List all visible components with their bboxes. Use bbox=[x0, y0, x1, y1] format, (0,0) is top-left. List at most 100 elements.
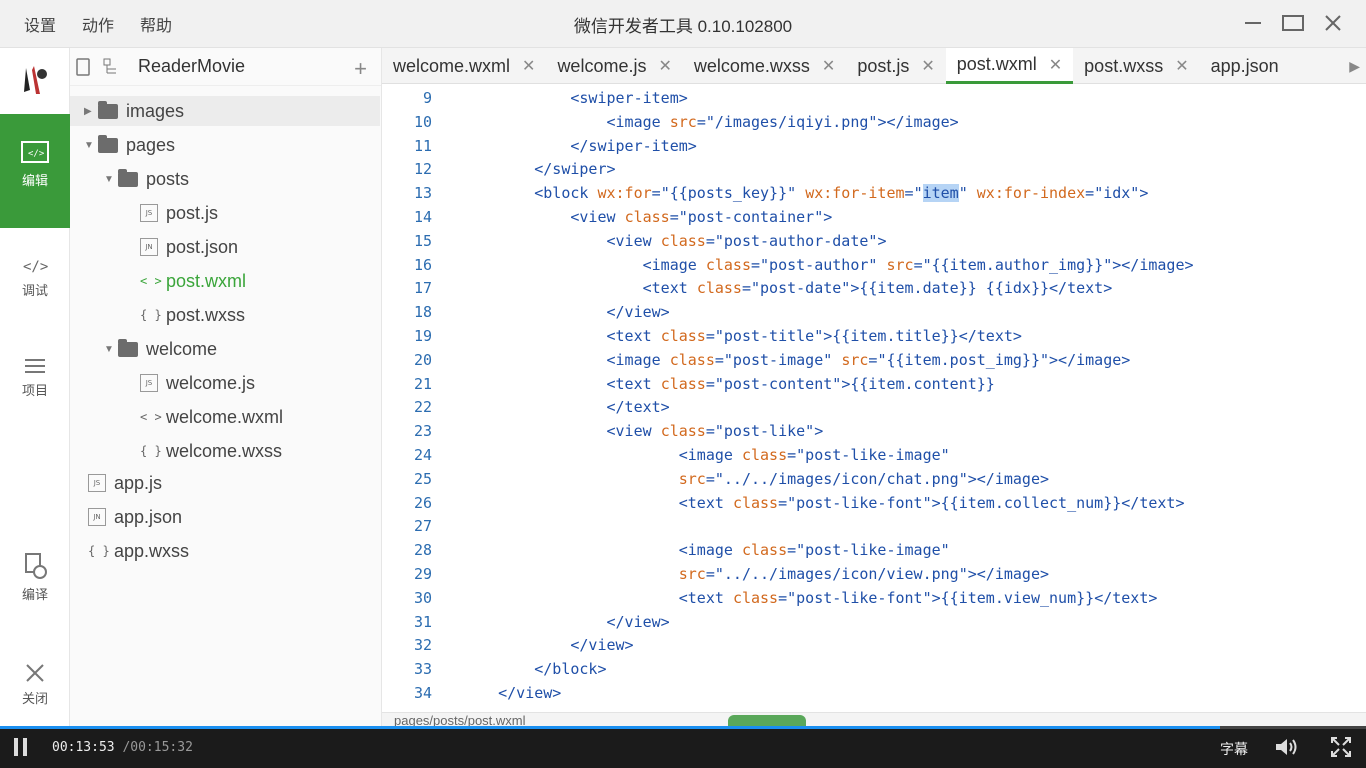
tree-label: post.wxml bbox=[166, 270, 247, 291]
json-file-icon: JN bbox=[88, 508, 106, 526]
tree-file-post-wxml[interactable]: < > post.wxml bbox=[140, 266, 246, 296]
tree-label: images bbox=[126, 100, 185, 121]
tree-file-welcome-wxml[interactable]: < > welcome.wxml bbox=[140, 402, 283, 432]
left-rail: </> 编辑 </> 调试 项目 编译 关闭 bbox=[0, 48, 70, 726]
volume-icon[interactable] bbox=[1274, 736, 1300, 758]
tab-post-wxml[interactable]: post.wxml ✕ bbox=[945, 48, 1074, 84]
line-number: 17 bbox=[413, 279, 432, 298]
code-line: <text class="post-date">{{item.date}} {{… bbox=[642, 279, 1113, 298]
rail-compile-label: 编译 bbox=[21, 587, 48, 602]
tab-post-js[interactable]: post.js ✕ bbox=[846, 48, 945, 84]
rail-compile[interactable]: 编译 bbox=[0, 552, 70, 603]
title-bar: 设置 动作 帮助 微信开发者工具 0.10.102800 bbox=[0, 0, 1366, 48]
close-icon[interactable]: ✕ bbox=[522, 56, 535, 76]
progress-bar[interactable] bbox=[0, 726, 1366, 729]
status-badge bbox=[728, 715, 806, 726]
phone-icon[interactable] bbox=[76, 57, 90, 76]
window-title: 微信开发者工具 0.10.102800 bbox=[573, 17, 793, 36]
code-line: <image class="post-like-image" bbox=[678, 446, 950, 464]
close-icon[interactable]: ✕ bbox=[658, 56, 671, 76]
menu-help[interactable]: 帮助 bbox=[140, 12, 172, 36]
chevron-right-icon: ▶ bbox=[84, 105, 92, 117]
tab-label: welcome.js bbox=[557, 55, 647, 76]
tree-label: pages bbox=[126, 134, 176, 155]
tree-header: ReaderMovie + bbox=[70, 48, 381, 86]
file-tree-icon[interactable] bbox=[102, 57, 122, 77]
subtitles-button[interactable]: 字幕 bbox=[1220, 739, 1248, 759]
pause-button[interactable] bbox=[14, 738, 28, 756]
svg-text:</>: </> bbox=[28, 149, 45, 159]
tab-post-wxss[interactable]: post.wxss ✕ bbox=[1073, 48, 1199, 84]
code-editor[interactable]: 9 <swiper-item> 10 <image src="/images/iq… bbox=[382, 86, 1366, 712]
code-line: src="../../images/icon/chat.png"></image… bbox=[678, 469, 1050, 488]
line-number: 9 bbox=[422, 89, 432, 107]
tree-file-welcome-wxss[interactable]: { } welcome.wxss bbox=[140, 436, 282, 466]
tree-file-app-js[interactable]: JS app.js bbox=[88, 468, 162, 498]
tree-folder-welcome[interactable]: ▼ welcome bbox=[104, 334, 217, 364]
tree-file-app-wxss[interactable]: { } app.wxss bbox=[88, 536, 189, 566]
window-controls bbox=[1240, 10, 1346, 36]
js-file-icon: JS bbox=[88, 474, 106, 492]
js-file-icon: JS bbox=[140, 374, 158, 392]
tab-label: welcome.wxml bbox=[393, 55, 511, 76]
line-number: 13 bbox=[413, 184, 432, 203]
menu-actions[interactable]: 动作 bbox=[82, 12, 114, 36]
tree-file-welcome-js[interactable]: JS welcome.js bbox=[140, 368, 255, 398]
chevron-right-icon[interactable]: ▶ bbox=[1349, 58, 1360, 75]
line-number: 27 bbox=[413, 517, 432, 536]
menu-settings[interactable]: 设置 bbox=[24, 12, 56, 36]
code-line: </swiper-item> bbox=[570, 136, 697, 155]
close-icon[interactable]: ✕ bbox=[822, 56, 835, 76]
code-line: <view class="post-container"> bbox=[570, 208, 833, 226]
tab-welcome-wxss[interactable]: welcome.wxss ✕ bbox=[683, 48, 846, 84]
code-line: </view> bbox=[606, 612, 670, 631]
folder-icon bbox=[98, 134, 118, 153]
close-icon[interactable]: ✕ bbox=[1049, 55, 1062, 75]
line-number: 28 bbox=[413, 541, 432, 560]
close-window-button[interactable] bbox=[1320, 10, 1346, 36]
tree-label: app.wxss bbox=[114, 540, 190, 561]
rail-editor-label: 编辑 bbox=[21, 173, 48, 188]
code-line: </block> bbox=[534, 660, 607, 679]
js-file-icon: JS bbox=[140, 204, 158, 222]
rail-editor[interactable]: </> 编辑 bbox=[0, 114, 70, 228]
tree-file-app-json[interactable]: JN app.json bbox=[88, 502, 182, 532]
close-icon[interactable]: ✕ bbox=[921, 56, 934, 76]
close-icon[interactable]: ✕ bbox=[1175, 56, 1188, 76]
line-number: 29 bbox=[413, 565, 432, 583]
tree-folder-posts[interactable]: ▼ posts bbox=[104, 164, 189, 194]
fullscreen-icon[interactable] bbox=[1330, 736, 1352, 758]
minimize-button[interactable] bbox=[1240, 10, 1266, 36]
line-number: 11 bbox=[413, 136, 432, 155]
code-line: </view> bbox=[570, 636, 634, 655]
line-number: 12 bbox=[413, 160, 432, 179]
rail-project-label: 项目 bbox=[21, 383, 48, 398]
code-line: </view> bbox=[498, 684, 562, 702]
maximize-button[interactable] bbox=[1280, 10, 1306, 36]
tree-file-post-js[interactable]: JS post.js bbox=[140, 198, 218, 228]
tree-label: welcome.wxss bbox=[166, 440, 283, 461]
code-line: <view class="post-like"> bbox=[606, 422, 824, 441]
status-bar: pages/posts/post.wxml bbox=[382, 712, 1366, 726]
wxml-file-icon: < > bbox=[140, 410, 162, 424]
rail-debug[interactable]: </> 调试 bbox=[0, 256, 70, 299]
tab-label: post.wxss bbox=[1084, 55, 1164, 76]
code-line: <view class="post-author-date"> bbox=[606, 231, 887, 250]
chevron-down-icon: ▼ bbox=[104, 173, 114, 185]
rail-close[interactable]: 关闭 bbox=[0, 662, 70, 707]
tab-welcome-wxml[interactable]: welcome.wxml ✕ bbox=[382, 48, 546, 84]
tab-app-json[interactable]: app.json bbox=[1200, 48, 1290, 84]
tab-welcome-js[interactable]: welcome.js ✕ bbox=[546, 48, 682, 84]
rail-project[interactable]: 项目 bbox=[0, 356, 70, 399]
tab-label: app.json bbox=[1210, 55, 1279, 76]
code-line: <text class="post-title">{{item.title}}<… bbox=[606, 327, 1022, 345]
total-time: /00:15:32 bbox=[122, 740, 193, 755]
code-line: <block wx:for="{{posts_key}}" wx:for-ite… bbox=[534, 184, 1149, 203]
add-file-button[interactable]: + bbox=[354, 56, 367, 82]
tree-folder-pages[interactable]: ▼ pages bbox=[84, 130, 175, 160]
tree-file-post-json[interactable]: JN post.json bbox=[140, 232, 238, 262]
tree-file-post-wxss[interactable]: { } post.wxss bbox=[140, 300, 245, 330]
avatar[interactable] bbox=[16, 60, 52, 100]
tree-folder-images[interactable]: ▶ images bbox=[70, 96, 380, 126]
rail-debug-label: 调试 bbox=[21, 283, 48, 298]
